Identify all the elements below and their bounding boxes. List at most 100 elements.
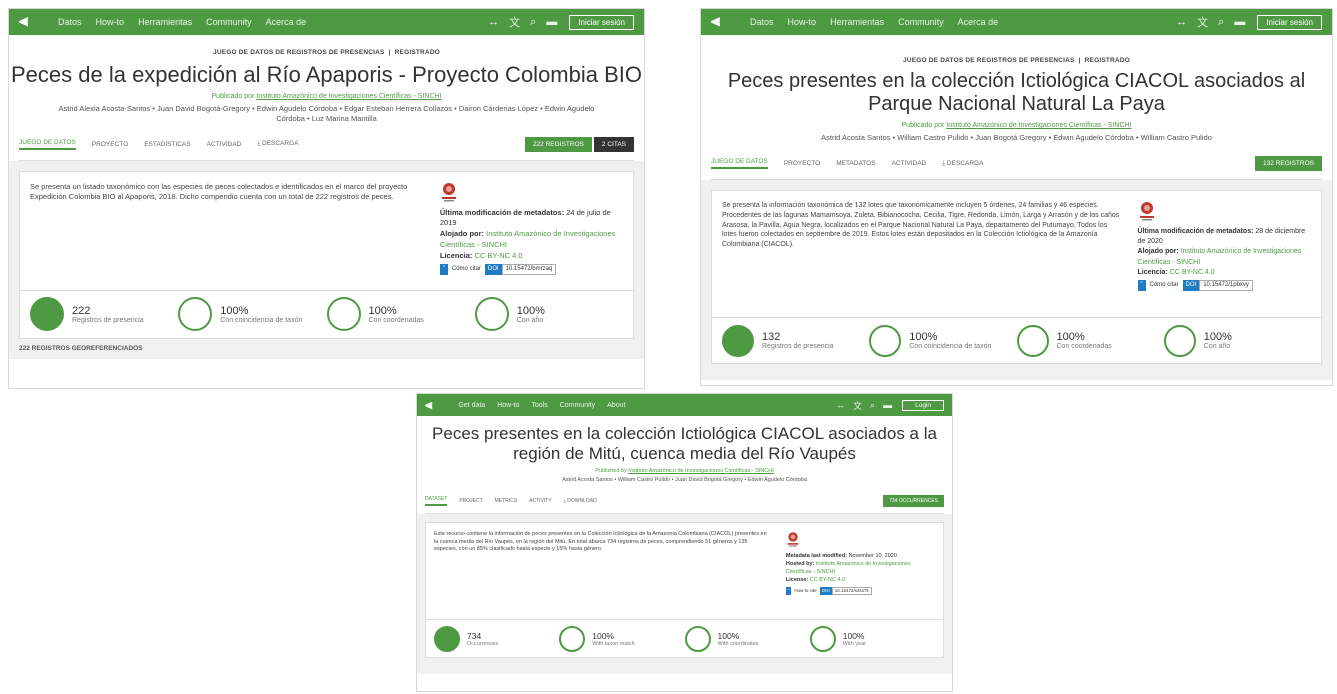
stat-coordinates[interactable]: 100% With coordinates (684, 625, 810, 652)
stat-circle (809, 625, 836, 652)
tab-download-label: DOWNLOAD (567, 498, 597, 505)
stat-circle (684, 625, 711, 652)
nav-tools[interactable]: Herramientas (830, 17, 884, 27)
meta-hosted-label: Alojado por: (1137, 248, 1179, 256)
stat-value: 100% (1203, 331, 1232, 343)
meta-hosted: Alojado por: Instituto Amazónico de Inve… (440, 229, 623, 251)
bird-logo-icon[interactable]: ⫷ (425, 397, 432, 413)
nav-tools-right: ↔ 文 ⌕ ▬ Iniciar sesión (488, 14, 634, 30)
tab-download[interactable]: ⤓ DOWNLOAD (564, 498, 597, 504)
records-count: 734 (889, 498, 898, 505)
translate-icon[interactable]: 文 (509, 14, 520, 30)
pulse-icon[interactable]: ↔ (836, 400, 845, 410)
stat-year[interactable]: 100% With year (809, 625, 935, 652)
stat-coordinates[interactable]: 100% Con coordenadas (326, 297, 475, 332)
quote-icon[interactable]: ” (439, 263, 448, 275)
search-icon[interactable]: ⌕ (870, 400, 875, 411)
nav-about[interactable]: Acerca de (958, 17, 999, 27)
nav-about[interactable]: Acerca de (266, 17, 307, 27)
published-by-label: Publicado por (901, 122, 945, 129)
license-link[interactable]: CC BY-NC 4.0 (475, 251, 523, 260)
quote-icon[interactable]: ” (785, 586, 792, 596)
nav-data[interactable]: Datos (58, 17, 82, 27)
nav-howto[interactable]: How-to (788, 17, 817, 27)
tab-dataset[interactable]: JUEGO DE DATOS (19, 139, 76, 150)
publisher-link[interactable]: Instituto Amazónico de Investigaciones C… (256, 93, 441, 100)
how-to-cite-link[interactable]: How to cite (794, 588, 816, 595)
nav-tools[interactable]: Herramientas (138, 17, 192, 27)
tab-metrics[interactable]: METRICS (495, 498, 518, 504)
quote-icon[interactable]: ” (1137, 279, 1146, 291)
stat-label: Occurrences (467, 640, 499, 647)
how-to-cite-link[interactable]: Cómo citar (1150, 281, 1179, 290)
doi-link[interactable]: 10.15472/bmrzaq (501, 263, 557, 275)
stat-taxon[interactable]: 100% Con coincidencia de taxón (178, 297, 326, 332)
stats-row: 132 Registros de presencia 100% Con coinci… (711, 318, 1322, 364)
search-icon[interactable]: ⌕ (1218, 16, 1224, 29)
translate-icon[interactable]: 文 (853, 399, 862, 412)
nav-community[interactable]: Community (560, 402, 595, 409)
stat-label: Registros de presencia (72, 316, 144, 324)
nav-community[interactable]: Community (206, 17, 252, 27)
stat-coordinates[interactable]: 100% Con coordenadas (1016, 324, 1164, 357)
nav-howto[interactable]: How-to (96, 17, 125, 27)
pulse-icon[interactable]: ↔ (488, 16, 499, 28)
tab-download[interactable]: ⤓ DESCARGA (942, 160, 983, 168)
stat-value: 100% (717, 630, 740, 641)
tab-project[interactable]: PROYECTO (784, 160, 820, 167)
tab-project[interactable]: PROYECTO (92, 141, 128, 148)
nav-data[interactable]: Datos (750, 17, 774, 27)
tab-project[interactable]: PROJECT (459, 498, 482, 504)
stat-taxon[interactable]: 100% Con coincidencia de taxón (869, 324, 1016, 357)
chat-icon[interactable]: ▬ (546, 16, 557, 28)
occurrences-button[interactable]: 734 OCCURRENCES (883, 495, 944, 508)
stat-records[interactable]: 132 Registros de presencia (722, 324, 869, 357)
dataset-page-mitu: ⫷ Get data How-to Tools Community About … (416, 393, 953, 692)
dataset-tabs: JUEGO DE DATOS PROYECTO ESTADÍSTICAS ACT… (19, 136, 634, 161)
doi-link[interactable]: 10.15472/s3ss7k (831, 586, 872, 596)
doi-link[interactable]: 10.15472/1pbxvy (1199, 279, 1253, 291)
publisher-link[interactable]: Instituto Amazónico de Investigaciones C… (946, 122, 1131, 129)
tab-stats[interactable]: ESTADÍSTICAS (144, 141, 190, 148)
bird-logo-icon[interactable]: ⫷ (19, 13, 28, 31)
nav-community[interactable]: Community (898, 17, 944, 27)
tab-dataset[interactable]: JUEGO DE DATOS (711, 158, 768, 169)
cite-row: ” How to cite DOI 10.15472/s3ss7k (785, 586, 935, 596)
nav-about[interactable]: About (607, 402, 625, 409)
nav-tools[interactable]: Tools (531, 402, 547, 409)
nav-get-data[interactable]: Get data (458, 402, 485, 409)
translate-icon[interactable]: 文 (1197, 14, 1208, 30)
tab-activity[interactable]: ACTIVIDAD (207, 141, 242, 148)
tab-metadata[interactable]: METADATOS (836, 160, 875, 167)
tab-download[interactable]: ⤓ DESCARGA (257, 140, 298, 148)
nav-howto[interactable]: How-to (497, 402, 519, 409)
login-button[interactable]: Login (902, 399, 944, 411)
stat-taxon[interactable]: 100% With taxon match (559, 625, 684, 652)
license-link[interactable]: CC BY-NC 4.0 (1170, 269, 1215, 276)
tab-activity[interactable]: ACTIVITY (529, 498, 552, 504)
institution-logo-icon (440, 182, 458, 204)
chat-icon[interactable]: ▬ (1234, 16, 1245, 28)
login-button[interactable]: Iniciar sesión (569, 14, 634, 30)
stat-occurrences[interactable]: 734 Occurrences (434, 625, 559, 652)
login-button[interactable]: Iniciar sesión (1257, 14, 1322, 30)
stat-year[interactable]: 100% Con año (1163, 324, 1311, 357)
meta-modified: Metadata last modified: November 10, 202… (786, 553, 935, 561)
stat-year[interactable]: 100% Con año (474, 297, 623, 332)
dataset-header: JUEGO DE DATOS DE REGISTROS DE PRESENCIA… (9, 35, 644, 125)
records-button[interactable]: 222 REGISTROS (524, 136, 592, 152)
doi-badge: DOI (819, 586, 832, 596)
cites-button[interactable]: 2 CITAS (593, 136, 634, 152)
records-button[interactable]: 132 REGISTROS (1255, 156, 1322, 171)
tab-activity[interactable]: ACTIVIDAD (892, 160, 927, 167)
how-to-cite-link[interactable]: Cómo citar (452, 265, 481, 274)
stat-records[interactable]: 222 Registros de presencia (30, 297, 178, 332)
search-icon[interactable]: ⌕ (530, 16, 536, 29)
bird-logo-icon[interactable]: ⫷ (711, 13, 720, 31)
license-link[interactable]: CC BY-NC 4.0 (810, 577, 845, 583)
published-by-label: Published by (595, 468, 627, 475)
publisher-link[interactable]: Instituto Amazónico de Investigaciones C… (628, 468, 774, 474)
tab-dataset[interactable]: DATASET (425, 496, 448, 507)
chat-icon[interactable]: ▬ (883, 400, 892, 410)
pulse-icon[interactable]: ↔ (1176, 16, 1187, 28)
